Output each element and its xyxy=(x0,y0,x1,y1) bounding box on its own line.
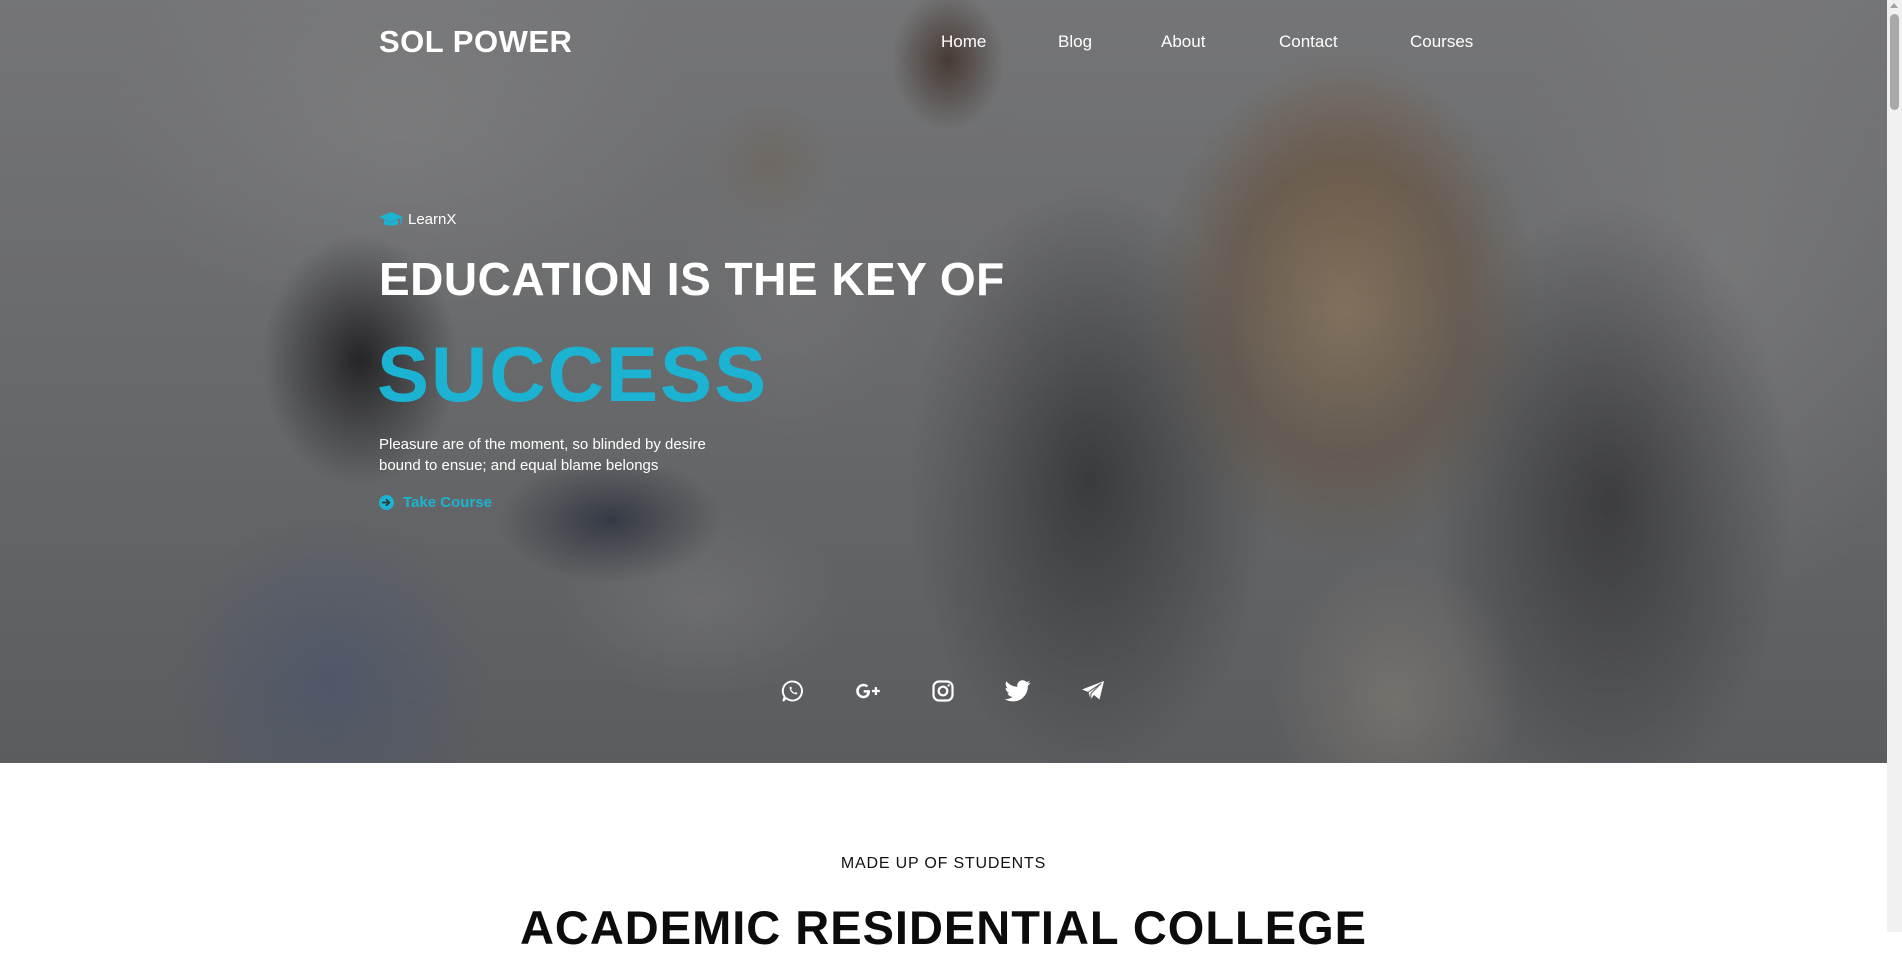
nav-about[interactable]: About xyxy=(1161,32,1205,52)
section-title: ACADEMIC RESIDENTIAL COLLEGE xyxy=(519,901,1368,954)
hero-headline: EDUCATION IS THE KEY OF xyxy=(379,253,1005,305)
hero-headline-accent: SUCCESS xyxy=(377,330,769,418)
hero-tagline: LearnX xyxy=(379,211,456,228)
hero-tagline-text: LearnX xyxy=(408,211,457,228)
scroll-up-arrow-icon[interactable] xyxy=(1890,3,1898,8)
take-course-label: Take Course xyxy=(403,494,492,511)
nav-home[interactable]: Home xyxy=(941,32,986,52)
twitter-icon[interactable] xyxy=(1004,677,1032,705)
hero-dark-overlay xyxy=(0,0,1887,763)
whatsapp-icon[interactable] xyxy=(779,677,807,705)
arrow-circle-right-icon xyxy=(379,495,394,510)
nav-blog[interactable]: Blog xyxy=(1058,32,1092,52)
nav-contact[interactable]: Contact xyxy=(1279,32,1338,52)
scrollbar-thumb[interactable] xyxy=(1890,14,1899,110)
instagram-icon[interactable] xyxy=(929,677,957,705)
main-nav: Home Blog About Contact Courses xyxy=(0,32,1887,56)
graduation-cap-icon xyxy=(379,211,403,228)
telegram-icon[interactable] xyxy=(1079,677,1107,705)
hero-section: SOL POWER Home Blog About Contact Course… xyxy=(0,0,1887,763)
social-links xyxy=(0,677,1887,705)
nav-courses[interactable]: Courses xyxy=(1410,32,1473,52)
page-scrollbar[interactable] xyxy=(1887,0,1902,932)
google-plus-icon[interactable] xyxy=(854,677,882,705)
take-course-link[interactable]: Take Course xyxy=(379,494,492,511)
hero-description: Pleasure are of the moment, so blinded b… xyxy=(379,436,706,474)
section-kicker: MADE UP OF STUDENTS xyxy=(840,855,1047,872)
